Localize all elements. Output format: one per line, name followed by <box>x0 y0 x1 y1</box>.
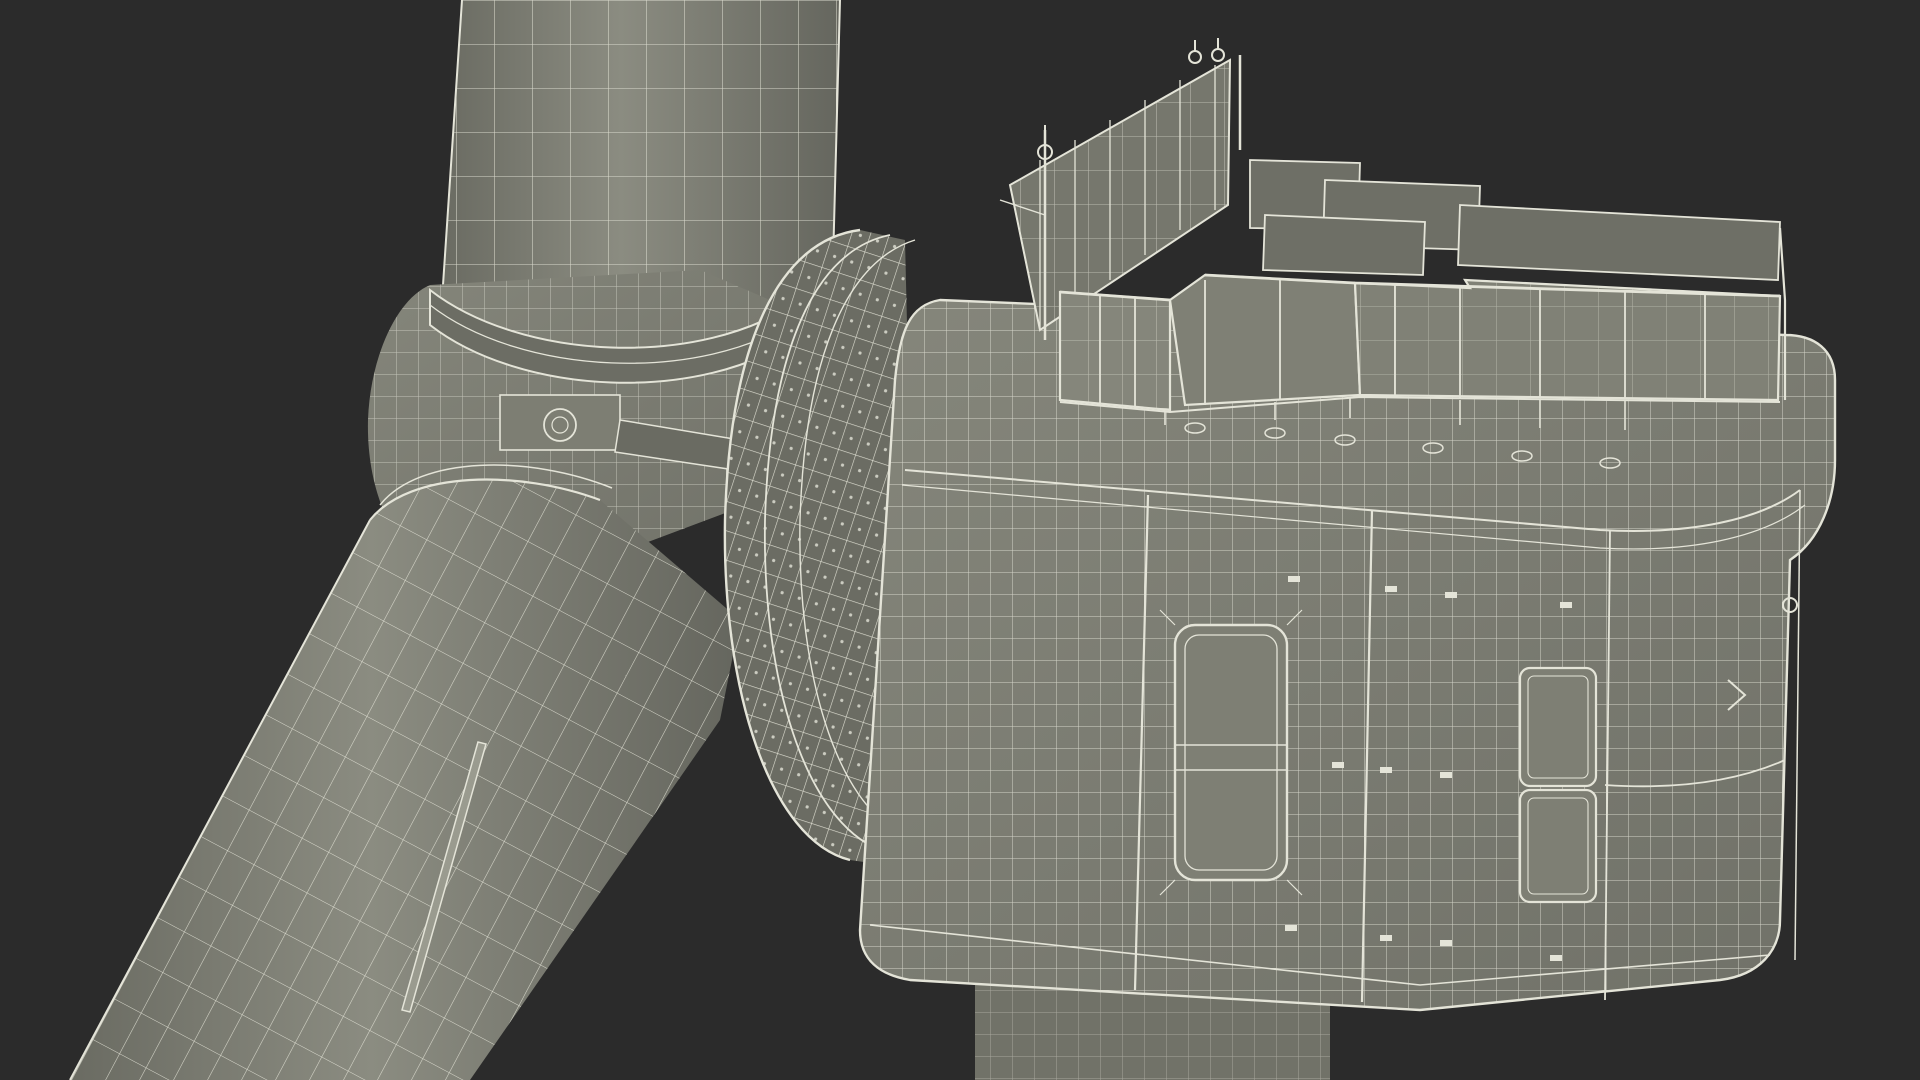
maintenance-hatch <box>1159 609 1303 896</box>
blade-upper <box>441 0 841 301</box>
blade-lower <box>69 464 740 1080</box>
wind-turbine-wireframe-render <box>69 0 1837 1080</box>
side-access-door <box>1518 666 1598 904</box>
nacelle-housing <box>858 298 1837 1012</box>
